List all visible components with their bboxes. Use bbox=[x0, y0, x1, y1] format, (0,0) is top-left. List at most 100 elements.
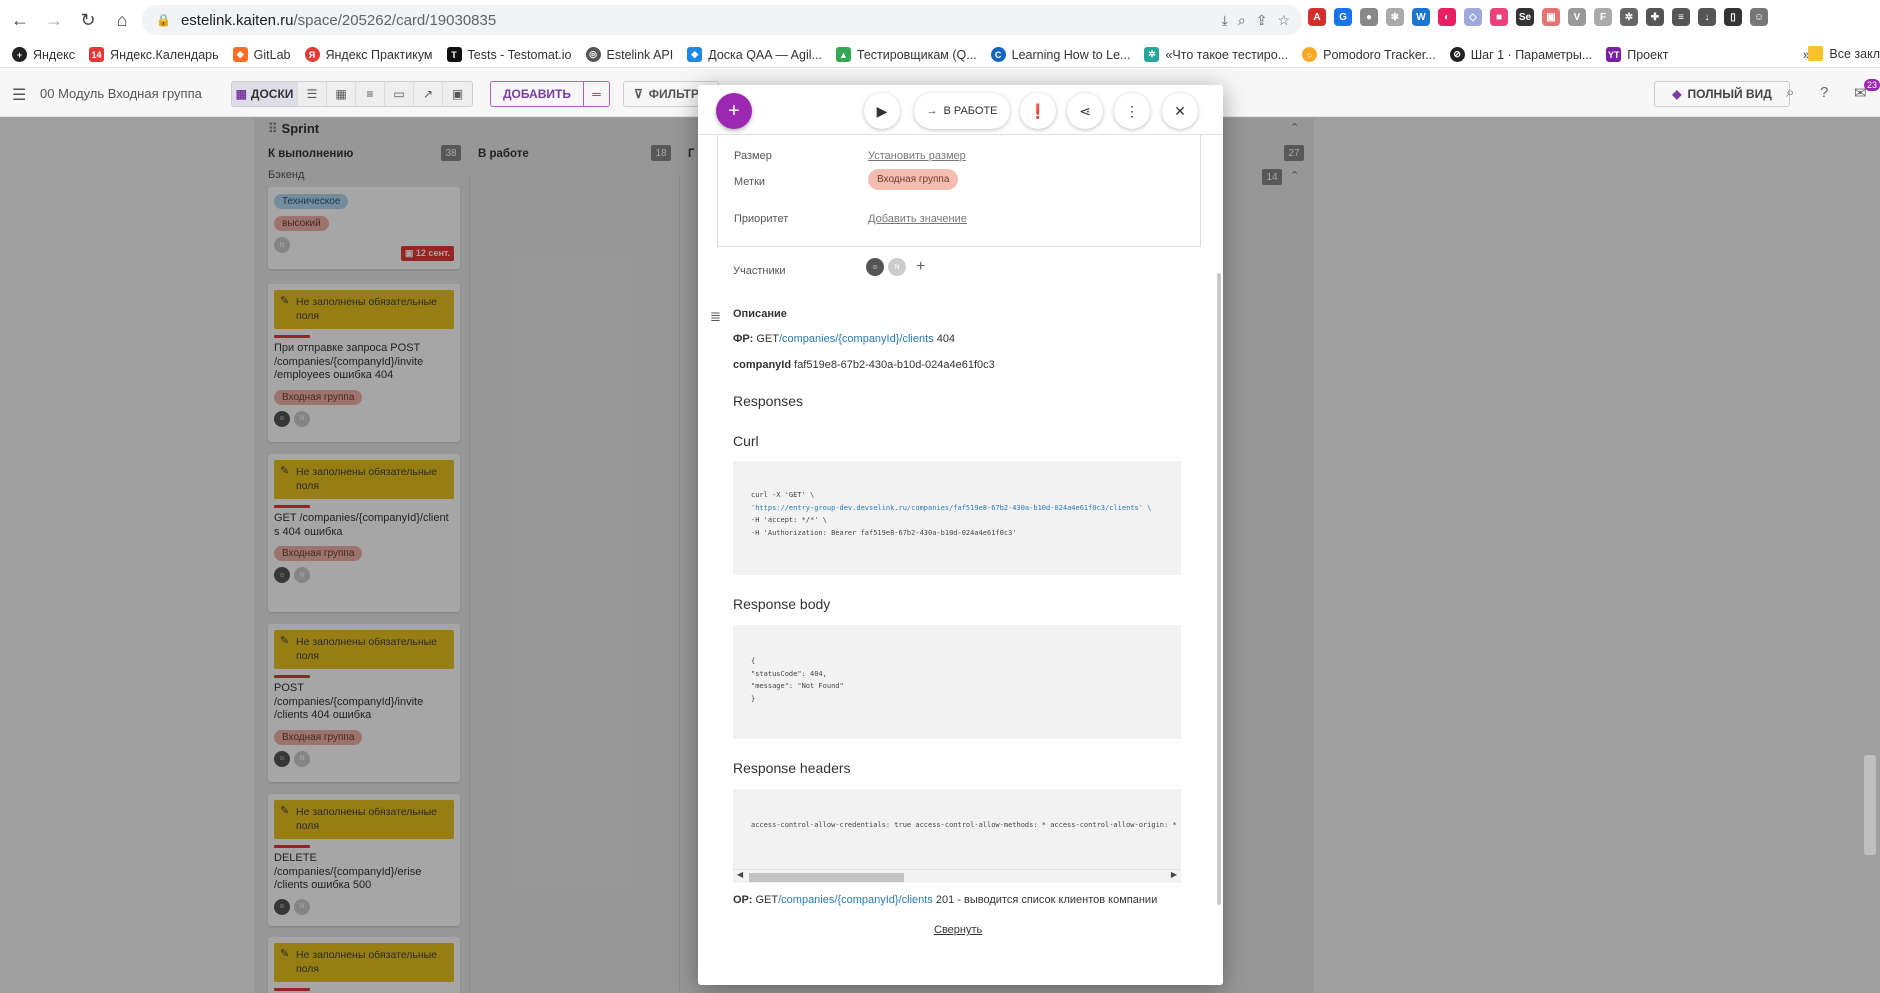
headers-hscrollbar[interactable]: ◀ ▶ bbox=[733, 869, 1181, 883]
share-button[interactable]: ⋖ bbox=[1067, 93, 1103, 129]
avatar[interactable]: N bbox=[888, 258, 906, 276]
calendar-icon: 14 bbox=[89, 47, 105, 62]
folder-icon bbox=[1808, 46, 1824, 61]
view-list-icon[interactable]: ☰ bbox=[298, 82, 327, 106]
priority-label: Приоритет bbox=[734, 213, 789, 225]
lock-icon: 🔒 bbox=[156, 13, 171, 27]
description-title[interactable]: Описание bbox=[733, 308, 787, 320]
view-calendar-icon[interactable]: ▭ bbox=[385, 82, 414, 106]
priority-value[interactable]: Добавить значение bbox=[868, 213, 967, 225]
extension-icon[interactable]: ◐ bbox=[1438, 8, 1456, 26]
bookmark-item[interactable]: C Learning How to Le... bbox=[990, 47, 1130, 62]
avatar[interactable]: ☺ bbox=[866, 258, 884, 276]
size-value[interactable]: Установить размер bbox=[868, 150, 966, 162]
adblock-icon[interactable]: A bbox=[1308, 8, 1326, 26]
url-host: estelink.kaiten.ru bbox=[180, 11, 294, 29]
space-title[interactable]: 00 Модуль Входная группа bbox=[40, 86, 202, 101]
description-icon: ≣ bbox=[710, 309, 721, 324]
bookmark-item[interactable]: ✲ «Что такое тестиро... bbox=[1144, 47, 1288, 62]
pomodoro-icon: ○ bbox=[1302, 47, 1318, 62]
forward-icon[interactable]: → bbox=[40, 6, 68, 34]
bookmark-all[interactable]: Все закл bbox=[1808, 46, 1880, 61]
bookmark-item[interactable]: YT Проект bbox=[1606, 47, 1668, 62]
arrow-right-icon: → bbox=[926, 105, 938, 117]
tag-chip[interactable]: Входная группа bbox=[868, 169, 959, 190]
add-member-icon[interactable]: + bbox=[916, 258, 925, 276]
testomat-icon: T bbox=[446, 47, 462, 62]
view-timeline-icon[interactable]: ≡ bbox=[356, 82, 385, 106]
tags-label: Метки bbox=[734, 176, 766, 188]
share-icon[interactable]: ⇪ bbox=[1256, 12, 1268, 29]
or-link[interactable]: /companies/{companyId}/clients bbox=[778, 894, 933, 906]
extension-icon[interactable]: ▣ bbox=[1542, 8, 1560, 26]
extension-icon[interactable]: ■ bbox=[1490, 8, 1508, 26]
view-archive-icon[interactable]: ▣ bbox=[443, 82, 472, 106]
bookmark-item[interactable]: T Tests - Testomat.io bbox=[446, 47, 572, 62]
google-drive-icon: ▲ bbox=[835, 47, 851, 62]
install-icon[interactable]: ⤓ bbox=[1222, 12, 1228, 29]
bookmark-star-icon[interactable]: ☆ bbox=[1277, 12, 1290, 29]
bookmark-item[interactable]: + Яндекс bbox=[12, 47, 75, 62]
extension-icon[interactable]: F bbox=[1594, 8, 1612, 26]
view-boards-button[interactable]: ▦ ДОСКИ bbox=[232, 82, 298, 106]
bookmark-item[interactable]: ▲ Тестировщикам (Q... bbox=[835, 47, 977, 62]
bookmark-item[interactable]: 14 Яндекс.Календарь bbox=[89, 47, 219, 62]
add-fab-button[interactable]: + bbox=[716, 93, 752, 129]
menu-icon[interactable]: ☰ bbox=[12, 85, 26, 105]
full-view-button[interactable]: ◆ ПОЛНЫЙ ВИД bbox=[1654, 81, 1790, 107]
reload-icon[interactable]: ↻ bbox=[74, 6, 102, 34]
gitlab-icon: ◆ bbox=[232, 47, 248, 62]
extension-icon[interactable]: V bbox=[1568, 8, 1586, 26]
add-more-icon[interactable]: ═ bbox=[582, 82, 609, 106]
add-button[interactable]: ДОБАВИТЬ ═ bbox=[490, 81, 610, 107]
yandex-praktikum-icon: Я bbox=[304, 47, 320, 62]
curl-heading: Curl bbox=[733, 433, 759, 449]
back-icon[interactable]: ← bbox=[6, 6, 34, 34]
download-icon[interactable]: ↓ bbox=[1698, 8, 1716, 26]
play-button[interactable]: ▶ bbox=[864, 93, 900, 129]
home-icon[interactable]: ⌂ bbox=[108, 6, 136, 34]
browser-toolbar: ← → ↻ ⌂ 🔒 estelink.kaiten.ru/space/20526… bbox=[0, 0, 1880, 40]
bookmark-item[interactable]: Я Яндекс Практикум bbox=[304, 47, 433, 62]
translate-icon[interactable]: G bbox=[1334, 8, 1352, 26]
block-button[interactable]: ❗ bbox=[1020, 93, 1056, 129]
collapse-link[interactable]: Свернуть bbox=[934, 924, 982, 936]
responses-heading: Responses bbox=[733, 393, 804, 409]
search-icon[interactable]: ⌕ bbox=[1786, 84, 1794, 101]
profile-icon[interactable]: ☺ bbox=[1750, 8, 1768, 26]
bookmark-item[interactable]: ◆ GitLab bbox=[232, 47, 291, 62]
address-bar[interactable]: 🔒 estelink.kaiten.ru/space/205262/card/1… bbox=[142, 5, 1302, 35]
bug-icon[interactable]: ✲ bbox=[1620, 8, 1638, 26]
extension-icon[interactable]: ◇ bbox=[1464, 8, 1482, 26]
zoom-icon[interactable]: ⌕ bbox=[1238, 12, 1246, 29]
youtrack-icon: YT bbox=[1606, 47, 1622, 62]
extension-icon[interactable]: ✱ bbox=[1386, 8, 1404, 26]
response-headers-code: access-control-allow-credentials: true a… bbox=[733, 789, 1181, 869]
modal-toolbar: + ▶ → В РАБОТЕ ❗ ⋖ ⋮ ✕ bbox=[698, 85, 1223, 135]
fr-link[interactable]: /companies/{companyId}/clients bbox=[779, 333, 934, 345]
media-icon[interactable]: ≡ bbox=[1672, 8, 1690, 26]
bookmark-item[interactable]: ⊘ Шаг 1 · Параметры... bbox=[1449, 47, 1592, 62]
sidebar-icon[interactable]: ▯ bbox=[1724, 8, 1742, 26]
scroll-thumb[interactable] bbox=[749, 873, 904, 882]
status-button[interactable]: → В РАБОТЕ bbox=[914, 93, 1010, 129]
view-table-icon[interactable]: ▦ bbox=[327, 82, 356, 106]
selenium-icon[interactable]: Se bbox=[1516, 8, 1534, 26]
help-icon[interactable]: ? bbox=[1820, 84, 1828, 101]
bookmark-item[interactable]: ◎ Estelink API bbox=[585, 47, 673, 62]
scroll-right-icon[interactable]: ▶ bbox=[1171, 870, 1177, 879]
extension-icon[interactable]: W bbox=[1412, 8, 1430, 26]
puzzle-icon[interactable]: ✚ bbox=[1646, 8, 1664, 26]
page-scrollbar[interactable] bbox=[1864, 755, 1876, 855]
close-button[interactable]: ✕ bbox=[1162, 93, 1198, 129]
modal-scrollbar[interactable] bbox=[1217, 273, 1221, 905]
view-chart-icon[interactable]: ↗ bbox=[414, 82, 443, 106]
boards-icon: ▦ bbox=[235, 87, 247, 101]
scroll-left-icon[interactable]: ◀ bbox=[737, 870, 743, 879]
more-button[interactable]: ⋮ bbox=[1114, 93, 1150, 129]
bookmark-item[interactable]: ○ Pomodoro Tracker... bbox=[1302, 47, 1436, 62]
bookmark-item[interactable]: ◆ Доска QAA — Agil... bbox=[687, 47, 822, 62]
extension-icon[interactable]: ● bbox=[1360, 8, 1378, 26]
response-body-heading: Response body bbox=[733, 596, 831, 612]
size-label: Размер bbox=[734, 150, 772, 162]
